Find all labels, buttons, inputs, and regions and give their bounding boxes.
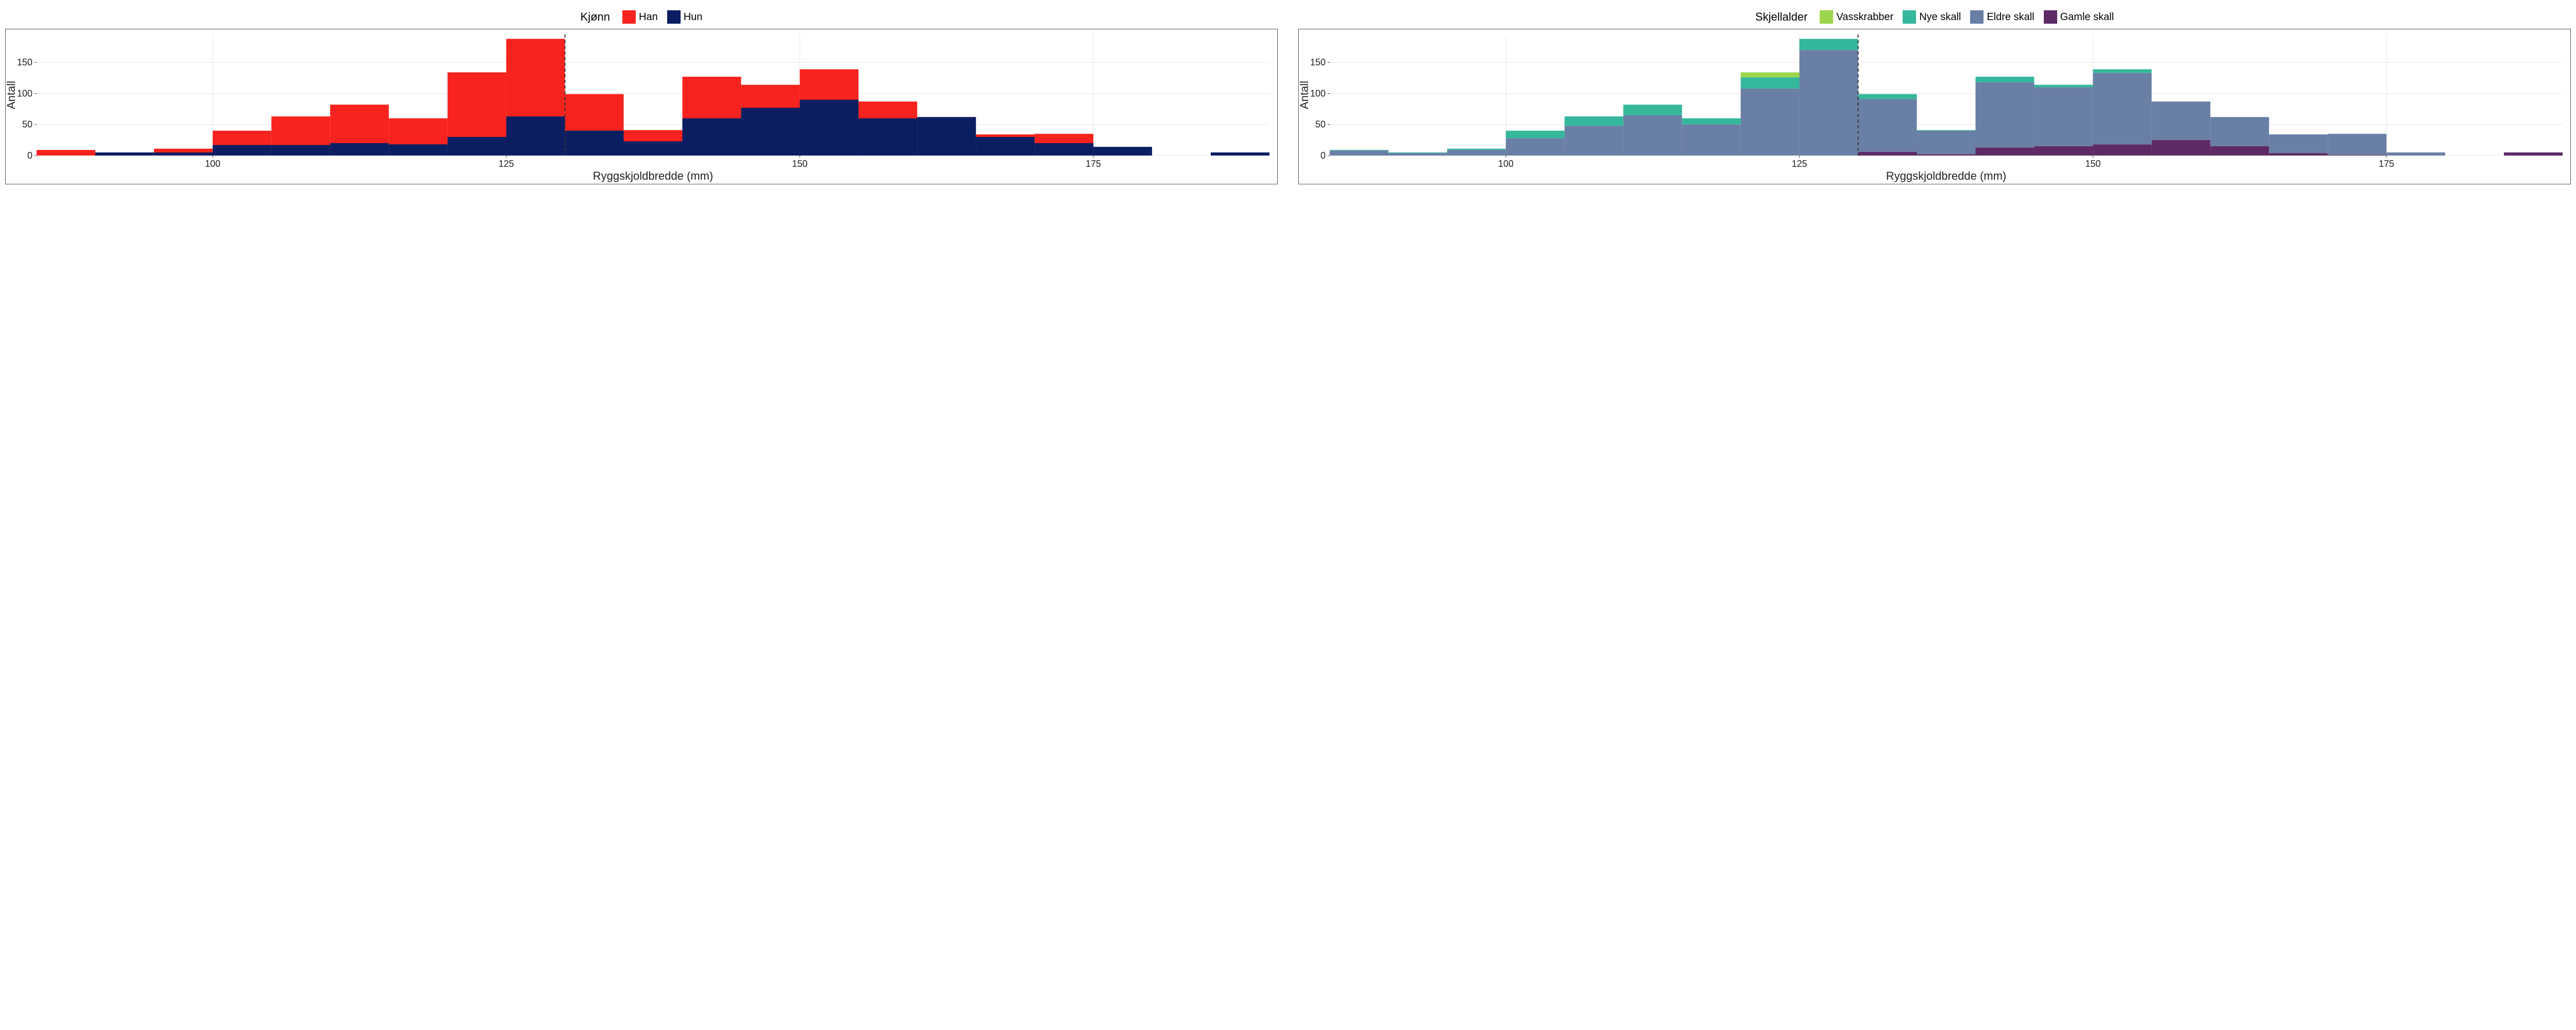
- svg-text:100: 100: [205, 159, 221, 169]
- legend-label-vasskrabber: Vasskrabber: [1836, 11, 1893, 23]
- legend-label-gamle: Gamle skall: [2060, 11, 2114, 23]
- svg-text:50: 50: [1315, 119, 1326, 130]
- legend-item-nye: Nye skall: [1903, 10, 1961, 24]
- swatch-han: [622, 10, 636, 24]
- right-legend: Skjellalder Vasskrabber Nye skall Eldre …: [1298, 10, 2571, 24]
- svg-text:150: 150: [1310, 57, 1326, 67]
- legend-item-han: Han: [622, 10, 658, 24]
- svg-text:0: 0: [27, 150, 32, 161]
- swatch-eldre: [1970, 10, 1984, 24]
- right-chart-panel: Skjellalder Vasskrabber Nye skall Eldre …: [1298, 10, 2571, 184]
- legend-label-hun: Hun: [684, 11, 703, 23]
- svg-text:175: 175: [1086, 159, 1101, 169]
- svg-text:150: 150: [792, 159, 807, 169]
- legend-label-han: Han: [639, 11, 658, 23]
- svg-text:150: 150: [2085, 159, 2100, 169]
- svg-text:100: 100: [1498, 159, 1514, 169]
- legend-label-nye: Nye skall: [1919, 11, 1961, 23]
- svg-text:175: 175: [2379, 159, 2394, 169]
- left-legend: Kjønn Han Hun: [5, 10, 1278, 24]
- svg-text:Ryggskjoldbredde (mm): Ryggskjoldbredde (mm): [593, 169, 714, 182]
- legend-item-vasskrabber: Vasskrabber: [1820, 10, 1893, 24]
- swatch-nye: [1903, 10, 1916, 24]
- legend-label-eldre: Eldre skall: [1987, 11, 2034, 23]
- left-chart-panel: Kjønn Han Hun 0 50 100 150 100 125 150 175 Ryggs…: [5, 10, 1278, 184]
- svg-text:125: 125: [499, 159, 514, 169]
- svg-text:50: 50: [22, 119, 32, 130]
- svg-text:0: 0: [1320, 150, 1326, 161]
- right-plot-area: 0 50 100 150 100 125 150 175 Ryggskjoldbredde (m…: [1298, 29, 2571, 184]
- left-plot-area: 0 50 100 150 100 125 150 175 Ryggskjoldbredde (m…: [5, 29, 1278, 184]
- swatch-gamle: [2044, 10, 2057, 24]
- svg-text:150: 150: [17, 57, 32, 67]
- swatch-hun: [667, 10, 681, 24]
- svg-text:100: 100: [1310, 88, 1326, 98]
- legend-item-eldre: Eldre skall: [1970, 10, 2034, 24]
- svg-text:Antall: Antall: [6, 81, 18, 109]
- right-legend-title: Skjellalder: [1755, 10, 1808, 24]
- legend-item-hun: Hun: [667, 10, 703, 24]
- swatch-vasskrabber: [1820, 10, 1833, 24]
- svg-text:Ryggskjoldbredde (mm): Ryggskjoldbredde (mm): [1886, 169, 2007, 182]
- svg-text:Antall: Antall: [1299, 81, 1311, 109]
- svg-text:100: 100: [17, 88, 32, 98]
- svg-text:125: 125: [1792, 159, 1807, 169]
- legend-item-gamle: Gamle skall: [2044, 10, 2114, 24]
- left-legend-title: Kjønn: [581, 10, 610, 24]
